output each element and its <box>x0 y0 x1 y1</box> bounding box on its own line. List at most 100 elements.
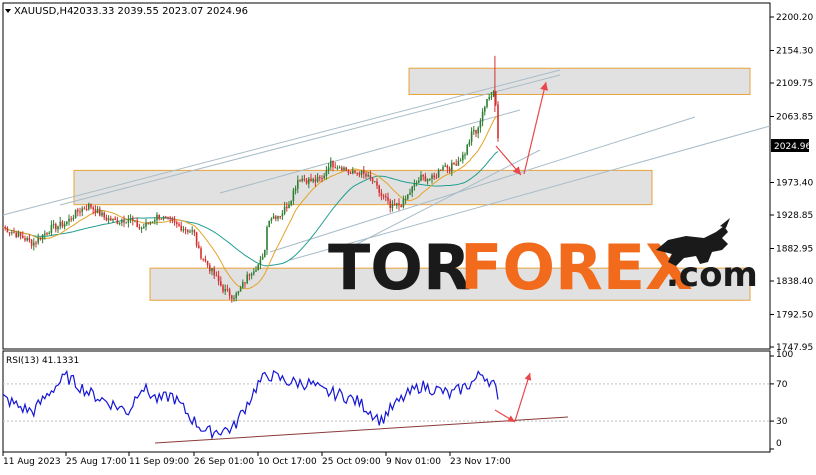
candle-body <box>224 289 226 292</box>
candle-body <box>103 212 105 218</box>
candle-body <box>24 238 26 241</box>
candle-body <box>299 180 301 182</box>
candle-body <box>321 178 323 180</box>
candle-body <box>68 218 70 222</box>
candle-body <box>310 178 312 182</box>
rsi-tick-label: 30 <box>776 417 788 427</box>
candle-body <box>187 229 189 232</box>
candle-body <box>455 164 457 166</box>
candle-body <box>88 203 90 210</box>
candle-body <box>446 165 449 169</box>
candle-body <box>376 181 378 186</box>
candle-body <box>393 203 396 206</box>
candle-body <box>112 218 114 221</box>
candle-body <box>30 240 33 246</box>
candle-body <box>360 170 363 175</box>
price-tick-label: 2063.85 <box>776 112 813 122</box>
candle-body <box>356 172 358 174</box>
candle-body <box>123 220 125 223</box>
candle-body <box>237 291 240 294</box>
candle-body <box>431 175 433 179</box>
candle-body <box>248 274 251 276</box>
candle-body <box>239 287 242 292</box>
candle-body <box>70 218 72 220</box>
candle-body <box>349 172 352 174</box>
candle-body <box>66 221 68 225</box>
candle-body <box>127 219 130 223</box>
candle-body <box>341 167 343 171</box>
candle-body <box>415 182 418 184</box>
rsi-tick-label: 0 <box>776 439 782 449</box>
price-axis: 2200.20 2154.30 2109.75 2063.85 1973.40 1928.… <box>770 13 813 353</box>
candle-body <box>121 220 123 223</box>
candle-body <box>107 218 110 221</box>
candle-body <box>125 222 127 224</box>
rsi-tick-label: 100 <box>776 350 793 360</box>
candle-body <box>338 167 341 169</box>
candle-body <box>283 206 286 214</box>
candle-body <box>453 163 455 165</box>
candle-body <box>57 226 59 230</box>
candle-body <box>292 190 295 201</box>
price-tick-label: 1928.85 <box>776 211 813 221</box>
candle-body <box>374 181 376 183</box>
candle-body <box>41 234 44 240</box>
chart-header: XAUUSD,H4 2033.33 2039.55 2023.07 2024.9… <box>5 6 248 17</box>
candle-body <box>242 282 244 288</box>
candle-body <box>105 217 108 221</box>
candle-body <box>134 220 136 222</box>
candle-body <box>382 195 385 197</box>
candle-body <box>233 298 235 300</box>
candle-body <box>222 285 224 292</box>
candle-body <box>46 233 48 235</box>
price-tick-label: 2109.75 <box>776 79 813 89</box>
candle-body <box>308 178 310 184</box>
candle-body <box>347 170 350 173</box>
candle-body <box>402 199 405 208</box>
candle-body <box>101 212 103 216</box>
candle-body <box>316 176 319 182</box>
candle-body <box>220 281 222 286</box>
candle-body <box>182 229 185 231</box>
candle-body <box>28 238 31 241</box>
price-chart[interactable]: TOR FOREX .com XAUUSD,H4 2033.33 2039.55… <box>0 0 816 471</box>
symbol-label: XAUUSD,H4 <box>14 6 73 17</box>
candle-body <box>270 218 273 221</box>
rsi-panel-frame <box>2 350 771 453</box>
candle-body <box>22 235 24 239</box>
current-price-text: 2024.96 <box>774 142 811 152</box>
candle-body <box>116 220 119 224</box>
candle-body <box>444 165 446 167</box>
candle-body <box>378 185 380 193</box>
candle-body <box>189 231 191 233</box>
candle-body <box>33 242 35 246</box>
candle-body <box>413 183 416 187</box>
candle-body <box>257 264 259 271</box>
candle-body <box>409 192 411 195</box>
candle-body <box>209 265 211 272</box>
time-axis: 11 Aug 2023 25 Aug 17:00 11 Sep 09:00 26 Se… <box>2 452 511 467</box>
candle-body <box>193 230 196 233</box>
candle-body <box>19 232 22 236</box>
candle-body <box>281 213 284 217</box>
candle-body <box>213 268 215 276</box>
candle-body <box>330 160 332 168</box>
candle-body <box>110 218 112 221</box>
candle-body <box>90 203 92 208</box>
candle-body <box>132 218 134 221</box>
candle-body <box>154 220 156 222</box>
candle-body <box>398 203 400 206</box>
candle-body <box>457 160 460 166</box>
candle-body <box>391 203 394 208</box>
candle-body <box>301 178 303 181</box>
candle-body <box>178 224 180 226</box>
candle-body <box>59 221 61 227</box>
candle-body <box>8 232 11 234</box>
candle-body <box>473 130 475 132</box>
candle-body <box>288 204 290 209</box>
candle-body <box>184 229 187 231</box>
candle-body <box>323 175 325 179</box>
candle-body <box>442 166 444 170</box>
candle-body <box>420 174 422 181</box>
candle-body <box>167 217 169 219</box>
